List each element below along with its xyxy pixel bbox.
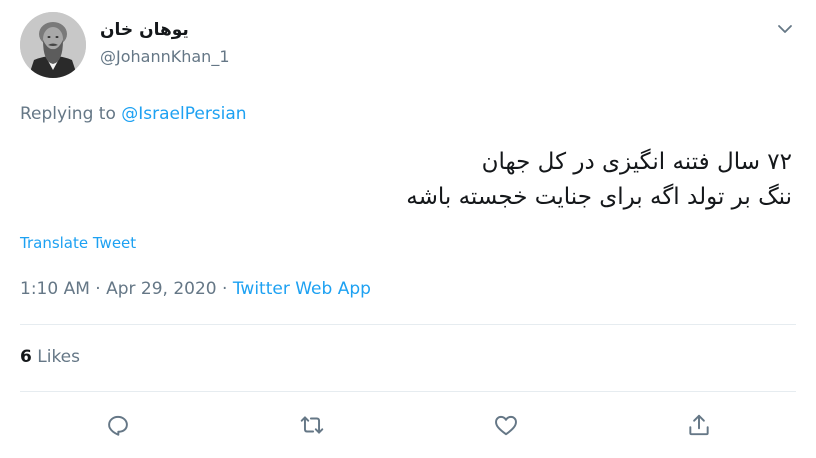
display-name[interactable]: یوهان خان [100,20,189,40]
likes-stat[interactable]: 6 Likes [20,347,80,367]
tweet-text: ۷۲ سال فتنه انگیزی در کل جهان ننگ بر تول… [52,145,792,214]
avatar[interactable] [20,12,86,78]
translate-tweet-link[interactable]: Translate Tweet [20,234,136,252]
replying-to-handle-link[interactable]: @IsraelPersian [121,104,246,124]
tweet-date[interactable]: Apr 29, 2020 [106,279,217,299]
share-button[interactable] [686,412,712,438]
likes-count: 6 [20,347,32,367]
chevron-down-icon[interactable] [776,20,794,38]
tweet-text-line: ۷۲ سال فتنه انگیزی در کل جهان [481,149,792,175]
reply-icon [108,415,128,436]
replying-to-label: Replying to [20,104,116,124]
avatar-portrait-image [20,12,86,78]
meta-separator: · [222,279,228,299]
like-button[interactable] [493,412,519,438]
user-handle[interactable]: @JohannKhan_1 [100,47,230,66]
divider [20,324,796,325]
tweet-meta: 1:10 AM · Apr 29, 2020 · Twitter Web App [20,279,371,299]
divider [20,391,796,392]
likes-label: Likes [37,347,80,367]
share-icon [689,414,709,436]
tweet-card: یوهان خان @JohannKhan_1 Replying to @Isr… [0,0,816,458]
heart-icon [495,415,517,436]
retweet-button[interactable] [299,412,325,438]
meta-separator: · [95,279,101,299]
tweet-source-link[interactable]: Twitter Web App [233,279,371,299]
replying-to: Replying to @IsraelPersian [20,104,247,124]
tweet-text-line: ننگ بر تولد اگه برای جنایت خجسته باشه [406,183,792,210]
tweet-time[interactable]: 1:10 AM [20,279,90,299]
reply-button[interactable] [105,412,131,438]
retweet-icon [300,416,324,434]
